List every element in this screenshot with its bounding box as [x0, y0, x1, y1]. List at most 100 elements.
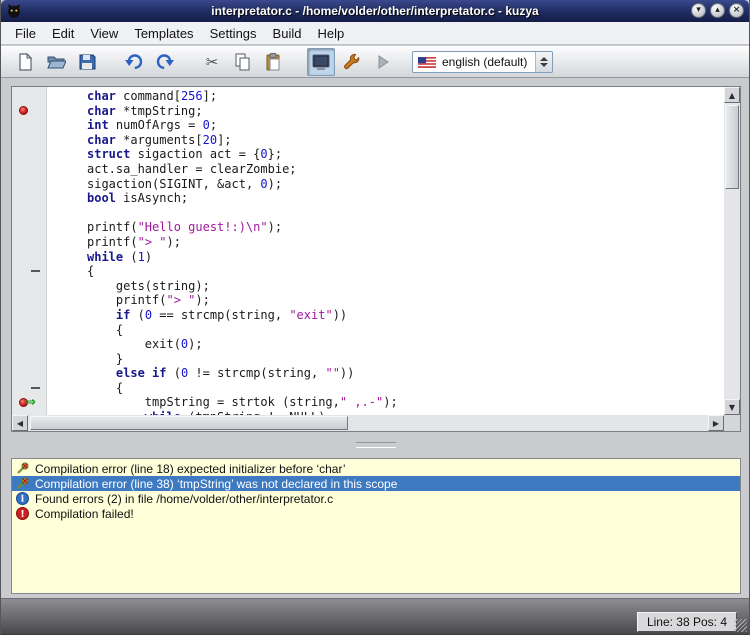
maximize-button[interactable]: ▴ [710, 3, 725, 18]
code-line: char command[256]; [87, 89, 724, 104]
menu-templates[interactable]: Templates [126, 23, 201, 44]
code-line: struct sigaction act = {0}; [87, 147, 724, 162]
code-line: tmpString = strtok (string," ,.-"); [87, 395, 724, 410]
code-line: if (0 == strcmp(string, "exit")) [87, 308, 724, 323]
redo-button[interactable] [151, 48, 179, 76]
code-line: char *tmpString; [87, 104, 724, 119]
message-row-selected[interactable]: Compilation error (line 38) ‘tmpString’ … [12, 476, 740, 491]
language-combo-value: english (default) [442, 55, 527, 69]
undo-icon [124, 52, 144, 72]
menu-build[interactable]: Build [265, 23, 310, 44]
code-line: { [87, 381, 724, 396]
line-pos-indicator: Line: 38 Pos: 4 [637, 612, 737, 632]
vertical-scroll-thumb[interactable] [725, 105, 739, 189]
code-line [87, 206, 724, 221]
copy-button[interactable] [229, 48, 257, 76]
window-controls: ▾ ▴ × [691, 3, 744, 18]
code-line: bool isAsynch; [87, 191, 724, 206]
code-line: { [87, 264, 724, 279]
toolbar-separator [182, 49, 195, 75]
build-messages: Compilation error (line 18) expected ini… [11, 458, 741, 594]
save-file-icon [77, 52, 97, 72]
code-line: printf("> "); [87, 293, 724, 308]
code-line: while (1) [87, 250, 724, 265]
menu-file[interactable]: File [7, 23, 44, 44]
code-line: gets(string); [87, 279, 724, 294]
terminal-icon [311, 52, 331, 72]
code-lines[interactable]: char command[256];char *tmpString;int nu… [47, 89, 724, 415]
error-icon: ! [16, 507, 29, 520]
compile-error-icon [16, 462, 29, 475]
titlebar: interpretator.c - /home/volder/other/int… [1, 0, 749, 22]
vertical-scrollbar[interactable]: ▲ ▼ [724, 87, 740, 415]
save-file-button[interactable] [73, 48, 101, 76]
new-file-icon [15, 52, 35, 72]
paste-button[interactable] [260, 48, 288, 76]
breakpoint-marker[interactable] [15, 104, 31, 119]
language-combo[interactable]: english (default) [412, 51, 553, 73]
gutter[interactable] [12, 87, 47, 415]
menu-view[interactable]: View [82, 23, 126, 44]
message-text: Compilation failed! [35, 507, 134, 521]
resize-grip[interactable] [734, 619, 747, 632]
exec-marker[interactable] [25, 396, 41, 411]
open-file-icon [46, 52, 66, 72]
minimize-button[interactable]: ▾ [691, 3, 706, 18]
new-file-button[interactable] [11, 48, 39, 76]
menu-edit[interactable]: Edit [44, 23, 82, 44]
message-row[interactable]: i Found errors (2) in file /home/volder/… [12, 491, 740, 506]
message-text: Found errors (2) in file /home/volder/ot… [35, 492, 333, 506]
menu-help[interactable]: Help [309, 23, 352, 44]
code-line: act.sa_handler = clearZombie; [87, 162, 724, 177]
terminal-toggle-button[interactable] [307, 48, 335, 76]
svg-text:!: ! [20, 509, 24, 520]
run-button[interactable] [369, 48, 397, 76]
code-line: else if (0 != strcmp(string, "")) [87, 366, 724, 381]
copy-icon [233, 52, 253, 72]
scrollbar-corner [724, 415, 740, 431]
code-line: int numOfArgs = 0; [87, 118, 724, 133]
stepper-up-icon [540, 57, 548, 61]
close-button[interactable]: × [729, 3, 744, 18]
info-icon: i [16, 492, 29, 505]
code-line: { [87, 323, 724, 338]
scroll-right-button[interactable]: ▶ [708, 415, 724, 431]
code-line: printf("Hello guest!:)\n"); [87, 220, 724, 235]
scroll-down-button[interactable]: ▼ [724, 399, 740, 415]
code-line: sigaction(SIGINT, &act, 0); [87, 177, 724, 192]
message-text: Compilation error (line 38) ‘tmpString’ … [35, 477, 397, 491]
message-text: Compilation error (line 18) expected ini… [35, 462, 346, 476]
open-file-button[interactable] [42, 48, 70, 76]
code-region: char command[256];char *tmpString;int nu… [12, 87, 724, 415]
splitter-handle[interactable] [356, 442, 396, 448]
code-line: exit(0); [87, 337, 724, 352]
us-flag-icon [418, 57, 436, 68]
build-button[interactable] [338, 48, 366, 76]
fold-marker[interactable] [31, 264, 47, 279]
horizontal-scroll-thumb[interactable] [30, 416, 348, 430]
cut-button[interactable]: ✂ [198, 48, 226, 76]
code-editor: char command[256];char *tmpString;int nu… [11, 86, 741, 432]
window-title: interpretator.c - /home/volder/other/int… [1, 4, 749, 18]
scroll-left-button[interactable]: ◀ [12, 415, 28, 431]
toolbar-separator [104, 49, 117, 75]
toolbar: ✂ [1, 46, 749, 78]
cut-icon: ✂ [206, 53, 219, 71]
compile-error-icon [16, 477, 29, 490]
run-arrow-icon [373, 52, 393, 72]
combo-stepper[interactable] [535, 52, 552, 72]
fold-marker[interactable] [31, 381, 47, 396]
menu-settings[interactable]: Settings [202, 23, 265, 44]
wrench-icon [342, 52, 362, 72]
horizontal-scrollbar[interactable]: ◀ ▶ [12, 415, 724, 431]
menubar: File Edit View Templates Settings Build … [1, 22, 749, 45]
undo-button[interactable] [120, 48, 148, 76]
statusbar: Line: 38 Pos: 4 [1, 598, 749, 635]
code-line: char *arguments[20]; [87, 133, 724, 148]
code-line: } [87, 352, 724, 367]
message-row[interactable]: Compilation error (line 18) expected ini… [12, 461, 740, 476]
scroll-up-button[interactable]: ▲ [724, 87, 740, 103]
paste-icon [264, 52, 284, 72]
message-row[interactable]: ! Compilation failed! [12, 506, 740, 521]
toolbar-separator [291, 49, 304, 75]
